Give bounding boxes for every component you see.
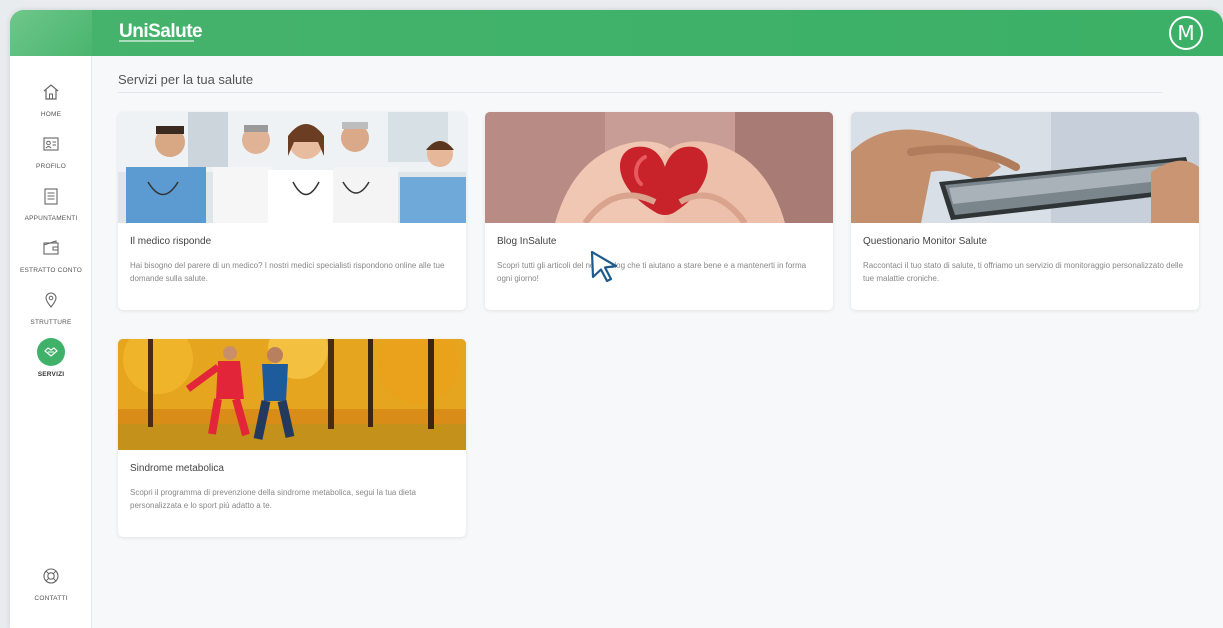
topbar-corner-decoration xyxy=(10,10,92,56)
calendar-list-icon xyxy=(37,182,65,210)
sidebar-item-label: CONTATTI xyxy=(34,595,68,602)
location-pin-icon xyxy=(37,286,65,314)
service-card-questionario[interactable]: Questionario Monitor Salute Raccontaci i… xyxy=(851,112,1199,310)
card-description: Raccontaci il tuo stato di salute, ti of… xyxy=(863,261,1184,283)
service-card-blog[interactable]: Blog InSalute Scopri tutti gli articoli … xyxy=(485,112,833,310)
wallet-icon xyxy=(37,234,65,262)
title-divider xyxy=(118,92,1162,93)
home-icon xyxy=(37,78,65,106)
top-bar: UniSalute M xyxy=(10,10,1223,56)
sidebar-item-home[interactable]: HOME xyxy=(10,78,92,118)
heart-hands-photo xyxy=(485,112,833,223)
service-card-sindrome[interactable]: Sindrome metabolica Scopri il programma … xyxy=(118,339,466,537)
sidebar-item-label: STRUTTURE xyxy=(30,319,72,326)
main-content: Servizi per la tua salute Il medico risp… xyxy=(92,56,1223,628)
card-description: Scopri tutti gli articoli del nostro blo… xyxy=(497,261,807,283)
doctors-photo xyxy=(118,112,466,223)
card-title: Sindrome metabolica xyxy=(130,463,224,474)
user-avatar[interactable]: M xyxy=(1169,16,1203,50)
sidebar: HOME PROFILO APPUNTAMENTI ESTRATTO CONTO… xyxy=(10,56,92,628)
sidebar-item-estratto-conto[interactable]: ESTRATTO CONTO xyxy=(10,234,92,274)
card-title: Blog InSalute xyxy=(497,236,557,247)
services-icon xyxy=(37,338,65,366)
sidebar-item-label: SERVIZI xyxy=(37,371,65,378)
sidebar-item-contatti[interactable]: CONTATTI xyxy=(10,562,92,602)
sidebar-item-strutture[interactable]: STRUTTURE xyxy=(10,286,92,326)
lifebuoy-icon xyxy=(37,562,65,590)
logo-tagline-line xyxy=(119,40,194,42)
sidebar-item-label: APPUNTAMENTI xyxy=(24,215,78,222)
sidebar-item-servizi[interactable]: SERVIZI xyxy=(10,338,92,378)
page-title: Servizi per la tua salute xyxy=(118,72,254,87)
sidebar-item-label: ESTRATTO CONTO xyxy=(19,267,83,274)
sidebar-item-label: HOME xyxy=(40,111,62,118)
sidebar-item-label: PROFILO xyxy=(36,163,66,170)
mouse-pointer-icon xyxy=(590,250,620,287)
card-title: Questionario Monitor Salute xyxy=(863,236,987,247)
app-window: UniSalute M HOME PROFILO APPUNTAMENTI ES… xyxy=(10,10,1223,628)
profile-card-icon xyxy=(37,130,65,158)
service-card-medico[interactable]: Il medico risponde Hai bisogno del parer… xyxy=(118,112,466,310)
sidebar-item-appuntamenti[interactable]: APPUNTAMENTI xyxy=(10,182,92,222)
sidebar-item-profilo[interactable]: PROFILO xyxy=(10,130,92,170)
card-description: Hai bisogno del parere di un medico? I n… xyxy=(130,261,445,283)
tablet-photo xyxy=(851,112,1199,223)
card-title: Il medico risponde xyxy=(130,236,212,247)
runners-photo xyxy=(118,339,466,450)
card-description: Scopri il programma di prevenzione della… xyxy=(130,488,416,510)
